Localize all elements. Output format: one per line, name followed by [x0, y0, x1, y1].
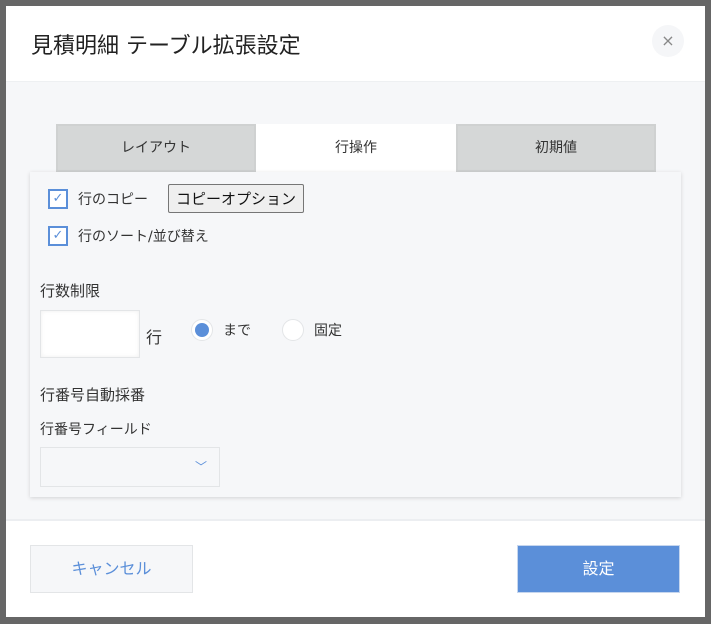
dialog-title: 見積明細 テーブル拡張設定	[31, 34, 301, 59]
row-limit-input[interactable]	[40, 310, 140, 358]
sort-rows-label: 行のソート/並び替え	[78, 229, 209, 245]
row-number-field-select[interactable]: ﹀	[40, 447, 220, 487]
tab-layout[interactable]: レイアウト	[56, 124, 256, 172]
radio-fixed[interactable]: 固定	[282, 319, 342, 341]
submit-button[interactable]: 設定	[517, 545, 680, 593]
close-icon[interactable]: ×	[652, 25, 684, 57]
row-unit-label: 行	[146, 328, 163, 347]
copy-options-button[interactable]: コピーオプション	[168, 184, 305, 213]
auto-numbering-heading: 行番号自動採番	[40, 386, 146, 404]
sort-row-option: ✓ 行のソート/並び替え	[48, 226, 209, 246]
tab-bar: レイアウト 行操作 初期値	[56, 124, 656, 172]
copy-row-option: ✓ 行のコピー コピーオプション	[48, 184, 305, 213]
row-operations-panel: ✓ 行のコピー コピーオプション ✓ 行のソート/並び替え 行数制限 行 まで …	[30, 172, 681, 497]
table-extension-settings-dialog: 見積明細 テーブル拡張設定 × レイアウト 行操作 初期値 ✓ 行のコピー コピ…	[6, 6, 705, 617]
radio-until[interactable]: まで	[191, 319, 251, 341]
tab-row-operations[interactable]: 行操作	[256, 124, 456, 172]
radio-until-label: まで	[223, 323, 251, 339]
dialog-body: レイアウト 行操作 初期値 ✓ 行のコピー コピーオプション ✓ 行のソート/並…	[6, 82, 705, 521]
sort-rows-checkbox[interactable]: ✓	[48, 226, 68, 246]
chevron-down-icon: ﹀	[194, 460, 207, 474]
radio-fixed-button[interactable]	[282, 319, 304, 341]
cancel-button[interactable]: キャンセル	[30, 545, 193, 593]
copy-row-checkbox[interactable]: ✓	[48, 188, 68, 209]
row-number-field-label: 行番号フィールド	[40, 422, 152, 438]
radio-until-button[interactable]	[191, 319, 213, 341]
dialog-header: 見積明細 テーブル拡張設定 ×	[6, 6, 705, 82]
row-limit-heading: 行数制限	[40, 282, 101, 300]
copy-row-label: 行のコピー	[78, 191, 148, 208]
radio-fixed-label: 固定	[314, 323, 342, 339]
tab-initial-values[interactable]: 初期値	[456, 124, 656, 172]
